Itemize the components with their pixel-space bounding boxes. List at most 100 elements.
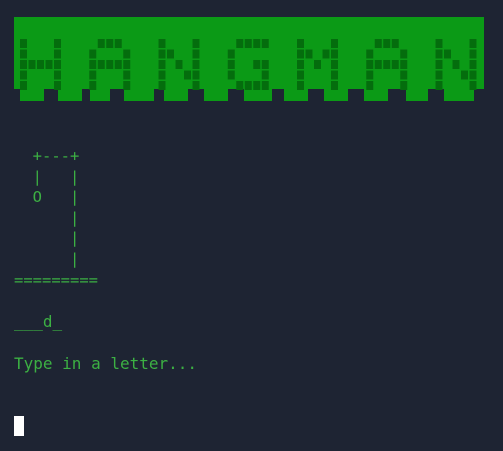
banner-pixel: [97, 60, 105, 69]
gallows-line: =========: [14, 270, 98, 289]
banner-pixel: [444, 49, 451, 59]
banner-bottom-step: [406, 87, 428, 101]
banner-pixel: [391, 39, 399, 48]
banner-pixel: [175, 60, 183, 69]
banner-pixel: [366, 70, 374, 80]
gallows-line: |: [14, 208, 80, 227]
banner-pixel: [158, 39, 166, 48]
banner-pixel: [158, 49, 166, 59]
gallows-line: |: [14, 229, 80, 248]
letter-prompt: Type in a letter...: [14, 354, 198, 373]
banner-pixel: [54, 39, 61, 48]
banner-pixel: [400, 70, 408, 80]
banner-pixel: [227, 60, 235, 69]
banner-pixel: [374, 60, 382, 69]
banner-pixel: [123, 60, 131, 69]
banner-pixel: [261, 70, 269, 80]
banner-pixel: [469, 70, 477, 80]
input-cursor[interactable]: [14, 416, 24, 436]
banner-pixel: [261, 81, 269, 90]
terminal-window[interactable]: +---+ | | O | | | | ========= ___d_ Type…: [0, 0, 503, 451]
banner-pixel: [123, 81, 131, 90]
banner-pixel: [89, 70, 97, 80]
banner-pixel: [400, 49, 408, 59]
banner-pixel: [366, 49, 374, 59]
banner-pixel: [20, 49, 27, 59]
banner-pixel: [123, 49, 131, 59]
banner-pixel: [331, 70, 338, 80]
banner-pixel: [184, 70, 191, 80]
banner-pixel: [37, 60, 44, 69]
banner-art: [14, 17, 484, 101]
banner-pixel: [366, 60, 374, 69]
banner-pixel: [297, 39, 304, 48]
banner-pixel: [123, 70, 131, 80]
banner-pixel: [253, 60, 261, 69]
banner-pixel: [54, 81, 61, 90]
banner-pixel: [435, 70, 443, 80]
banner-pixel: [192, 60, 200, 69]
banner-pixel: [435, 60, 443, 69]
banner-pixel: [322, 49, 330, 59]
banner-pixel: [20, 39, 27, 48]
banner-pixel: [391, 60, 399, 69]
banner-pixel: [158, 70, 166, 80]
banner-pixel: [331, 49, 338, 59]
banner-pixel: [45, 60, 53, 69]
banner-bottom-step: [284, 87, 308, 101]
banner-pixel: [227, 49, 235, 59]
banner-pixel: [383, 60, 391, 69]
banner-pixel: [28, 60, 36, 69]
banner-pixel: [374, 39, 382, 48]
banner-pixel: [89, 81, 97, 90]
gallows-line: +---+: [14, 147, 80, 165]
banner-pixel: [331, 60, 338, 69]
banner-pixel: [89, 49, 97, 59]
banner-pixel: [236, 81, 244, 90]
banner-pixel: [192, 39, 200, 48]
banner-pixel: [435, 49, 443, 59]
banner-pixel: [106, 39, 114, 48]
banner-pixel: [20, 81, 27, 90]
banner-pixel: [435, 39, 443, 48]
banner-pixel: [261, 39, 269, 48]
banner-pixel: [297, 49, 304, 59]
word-progress: ___d_: [14, 312, 63, 331]
banner-pixel: [192, 81, 200, 90]
banner-pixel: [114, 60, 122, 69]
banner-pixel: [297, 70, 304, 80]
banner-pixel: [469, 49, 477, 59]
gallows-line: |: [14, 249, 80, 268]
banner-pixel: [461, 70, 468, 80]
banner-pixel: [400, 60, 408, 69]
banner-pixel: [158, 60, 166, 69]
banner-pixel: [383, 39, 391, 48]
banner-pixel: [314, 60, 321, 69]
gallows-line: O |: [14, 188, 80, 207]
banner-pixel: [89, 60, 97, 69]
banner-bottom-step: [58, 87, 82, 101]
banner-pixel: [167, 49, 174, 59]
banner-pixel: [244, 39, 252, 48]
banner-pixel: [253, 39, 261, 48]
banner-pixel: [54, 60, 61, 69]
banner-pixel: [244, 81, 252, 90]
banner-pixel: [20, 60, 27, 69]
banner-pixel: [192, 70, 200, 80]
banner-pixel: [227, 70, 235, 80]
banner-pixel: [469, 39, 477, 48]
banner-pixel: [435, 81, 443, 90]
banner-pixel: [54, 70, 61, 80]
banner-pixel: [158, 81, 166, 90]
banner-pixel: [297, 81, 304, 90]
banner-pixel: [20, 70, 27, 80]
banner-bottom-step: [164, 87, 188, 101]
banner-pixel: [400, 81, 408, 90]
banner-pixel: [253, 81, 261, 90]
banner-pixel: [97, 39, 105, 48]
banner-pixel: [452, 60, 460, 69]
banner-pixel: [331, 39, 338, 48]
gallows-line: | |: [14, 167, 80, 186]
banner-pixel: [469, 81, 477, 90]
banner-pixel: [114, 39, 122, 48]
